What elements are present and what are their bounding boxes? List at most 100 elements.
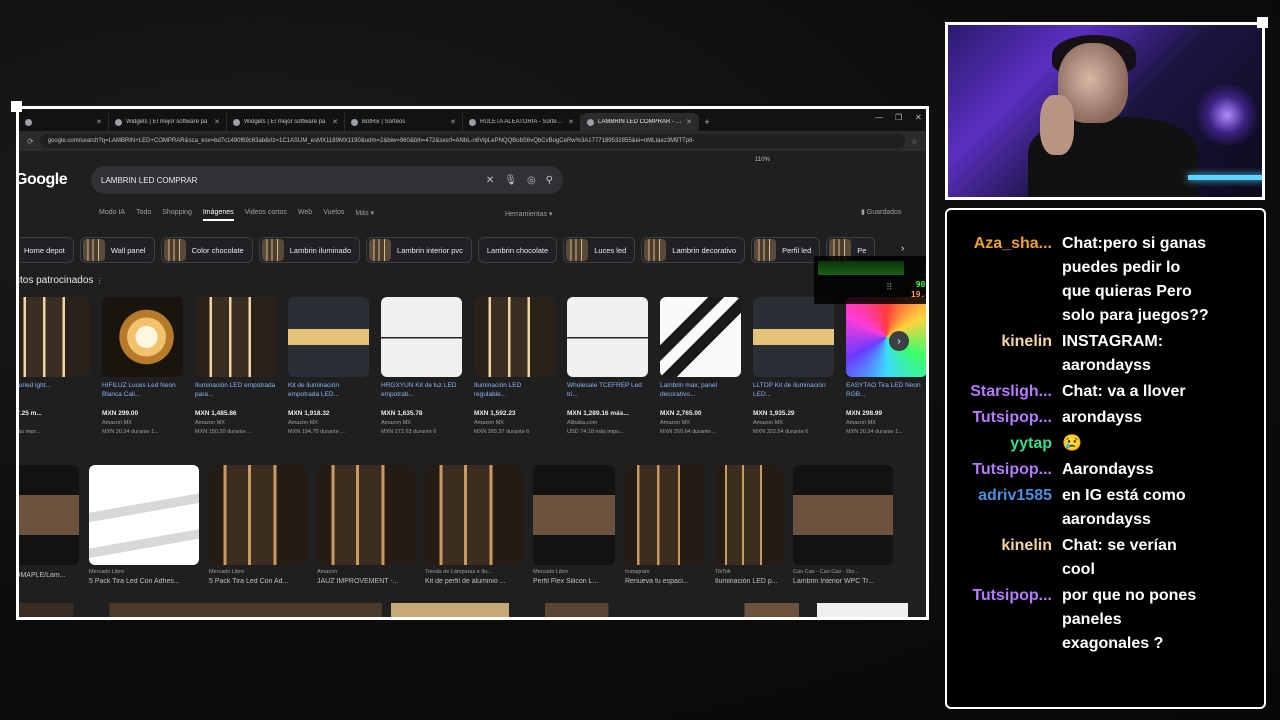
result-image[interactable] (317, 465, 415, 565)
search-icon[interactable]: ⚲ (546, 175, 553, 186)
saved-link[interactable]: ▮ Guardados (861, 208, 901, 216)
search-tab[interactable]: Imágenes (202, 209, 234, 221)
product-title[interactable]: Lambrin max, panel decorativo... (660, 381, 741, 408)
product-card[interactable]: LLTOP Kit de iluminación LED... MXN 1,935… (753, 297, 834, 435)
browser-tab[interactable]: ✕ (19, 113, 109, 131)
result-image[interactable] (89, 465, 199, 565)
result-title[interactable]: Kit de perfil de aluminio ... (425, 578, 523, 585)
browser-tab[interactable]: RULETA ALEATORIA - Sorteo - A ✕ (463, 113, 581, 131)
product-title[interactable]: Iluminación LED empotrada para... (195, 381, 276, 408)
search-tab[interactable]: Todo (136, 209, 151, 221)
reload-icon[interactable]: ⟳ (27, 137, 34, 146)
product-image[interactable] (846, 297, 926, 377)
image-result[interactable]: Mercado Libre 5 Pack Tira Led Con Ad... (209, 465, 307, 595)
search-tab[interactable]: Vuelos (323, 209, 344, 221)
refinement-chip[interactable]: Lambrin iluminado (258, 237, 361, 263)
chat-username[interactable]: yytap (1010, 432, 1052, 456)
minimize-icon[interactable]: — (875, 113, 883, 122)
image-result[interactable]: Amazon JAUZ IMPROVEMENT -... (317, 465, 415, 595)
product-card[interactable]: e Buried ight... 427.25 m... m 0 más impr..… (19, 297, 90, 435)
product-card[interactable]: Iluminación LED empotrada para... MXN 1,4… (195, 297, 276, 435)
chat-username[interactable]: Tutsipop... (972, 406, 1052, 430)
close-icon[interactable]: ✕ (686, 118, 692, 126)
search-tab[interactable]: Modo IA (99, 209, 125, 221)
more-options-icon[interactable]: ⋮ (96, 278, 103, 285)
result-title[interactable]: Renueva tu espaci... (625, 578, 705, 585)
product-card[interactable]: Wholesale TCEFREP Led tri... MXN 1,289.16… (567, 297, 648, 435)
product-image[interactable] (660, 297, 741, 377)
product-image[interactable] (195, 297, 276, 377)
result-image[interactable] (625, 465, 705, 565)
browser-tab[interactable]: LAMBRIN LED COMPRAR - Bu ✕ (581, 113, 699, 131)
tools-menu[interactable]: Herramientas ▾ (505, 210, 552, 218)
image-result[interactable]: OMAPLE/Lam... (19, 465, 79, 595)
close-window-icon[interactable]: ✕ (915, 113, 922, 122)
product-image[interactable] (567, 297, 648, 377)
chat-username[interactable]: adriv1585 (978, 484, 1052, 508)
close-icon[interactable]: ✕ (214, 118, 220, 126)
product-image[interactable] (381, 297, 462, 377)
refinement-chip[interactable]: Color chocolate (160, 237, 253, 263)
image-result[interactable]: Cao Cao - Cao Cao · Dis... Lambrin Interi… (793, 465, 893, 595)
product-title[interactable]: Iluminación LED regulable... (474, 381, 555, 408)
refinement-chip[interactable]: Lambrin interior pvc (366, 237, 472, 263)
close-icon[interactable]: ✕ (332, 118, 338, 126)
refinement-chip[interactable]: Lambrin chocolate (477, 237, 558, 263)
refinement-chip[interactable]: Wall panel (79, 237, 155, 263)
result-image[interactable] (793, 465, 893, 565)
product-image[interactable] (474, 297, 555, 377)
result-image[interactable] (209, 465, 307, 565)
refinement-chip[interactable]: Luces led (563, 237, 636, 263)
product-card[interactable]: Lambrin max, panel decorativo... MXN 2,76… (660, 297, 741, 435)
image-result[interactable]: TikTok Iluminación LED p... (715, 465, 783, 595)
product-image[interactable] (288, 297, 369, 377)
product-title[interactable]: HRGXYUN Kit de luz LED empotrab... (381, 381, 462, 408)
chevron-right-icon[interactable]: › (901, 243, 904, 254)
products-next-button[interactable]: › (889, 331, 909, 351)
result-image[interactable] (425, 465, 523, 565)
browser-tab[interactable]: Widgets | El mejor software pa ✕ (109, 113, 227, 131)
maximize-icon[interactable]: ❐ (895, 113, 902, 122)
search-tab[interactable]: Más ▾ (355, 209, 374, 221)
lens-icon[interactable]: ◎ (527, 175, 536, 186)
product-card[interactable]: HIFILUZ Luces Led Neon Blanca Cali... MXN… (102, 297, 183, 435)
search-tab[interactable]: Web (298, 209, 312, 221)
product-card[interactable]: HRGXYUN Kit de luz LED empotrab... MXN 1,… (381, 297, 462, 435)
browser-tab[interactable]: Widgets | El mejor software pa ✕ (227, 113, 345, 131)
microphone-icon[interactable]: 🎙 (504, 175, 517, 186)
image-result[interactable]: Mercado Libre 5 Pack Tira Led Con Adhes..… (89, 465, 199, 595)
product-card[interactable]: EASYTAO Tira LED Neon RGB... MXN 298.99 Am… (846, 297, 926, 435)
image-result[interactable]: Mercado Libre Perfil Flex Silicon L... (533, 465, 615, 595)
chat-username[interactable]: Tutsipop... (972, 458, 1052, 482)
close-icon[interactable]: ✕ (568, 118, 574, 126)
product-title[interactable]: Kit de iluminación empotrada LED... (288, 381, 369, 408)
close-icon[interactable]: ✕ (96, 118, 102, 126)
browser-tab[interactable]: BotRix | Sorteos ✕ (345, 113, 463, 131)
result-title[interactable]: OMAPLE/Lam... (19, 572, 79, 579)
chat-username[interactable]: kinelin (1001, 534, 1052, 558)
search-input[interactable]: LAMBRIN LED COMPRAR (101, 176, 476, 185)
result-title[interactable]: Perfil Flex Silicon L... (533, 578, 615, 585)
search-tab[interactable]: Shopping (162, 209, 192, 221)
result-title[interactable]: Lambrin Interior WPC Tr... (793, 578, 893, 585)
selection-handle[interactable] (11, 101, 22, 112)
refinement-chip[interactable]: Home depot (19, 237, 74, 263)
chat-username[interactable]: Aza_sha... (974, 232, 1052, 256)
search-tab[interactable]: Videos cortos (245, 209, 287, 221)
result-image[interactable] (715, 465, 783, 565)
clear-icon[interactable]: ✕ (486, 175, 494, 186)
google-logo[interactable]: Google (19, 171, 68, 189)
image-result[interactable]: Instagram Renueva tu espaci... (625, 465, 705, 595)
product-image[interactable] (753, 297, 834, 377)
result-image[interactable] (19, 465, 79, 565)
bookmark-star-icon[interactable]: ☆ (911, 137, 918, 146)
webcam-selection-handle[interactable] (1257, 17, 1268, 28)
refinement-chip[interactable]: Lambrin decorativo (641, 237, 746, 263)
product-image[interactable] (102, 297, 183, 377)
chat-username[interactable]: Starsligh... (970, 380, 1052, 404)
product-title[interactable]: Wholesale TCEFREP Led tri... (567, 381, 648, 408)
chat-username[interactable]: Tutsipop... (972, 584, 1052, 608)
product-title[interactable]: e Buried ight... (19, 381, 90, 408)
product-card[interactable]: Kit de iluminación empotrada LED... MXN 1… (288, 297, 369, 435)
result-title[interactable]: 5 Pack Tira Led Con Adhes... (89, 578, 199, 585)
